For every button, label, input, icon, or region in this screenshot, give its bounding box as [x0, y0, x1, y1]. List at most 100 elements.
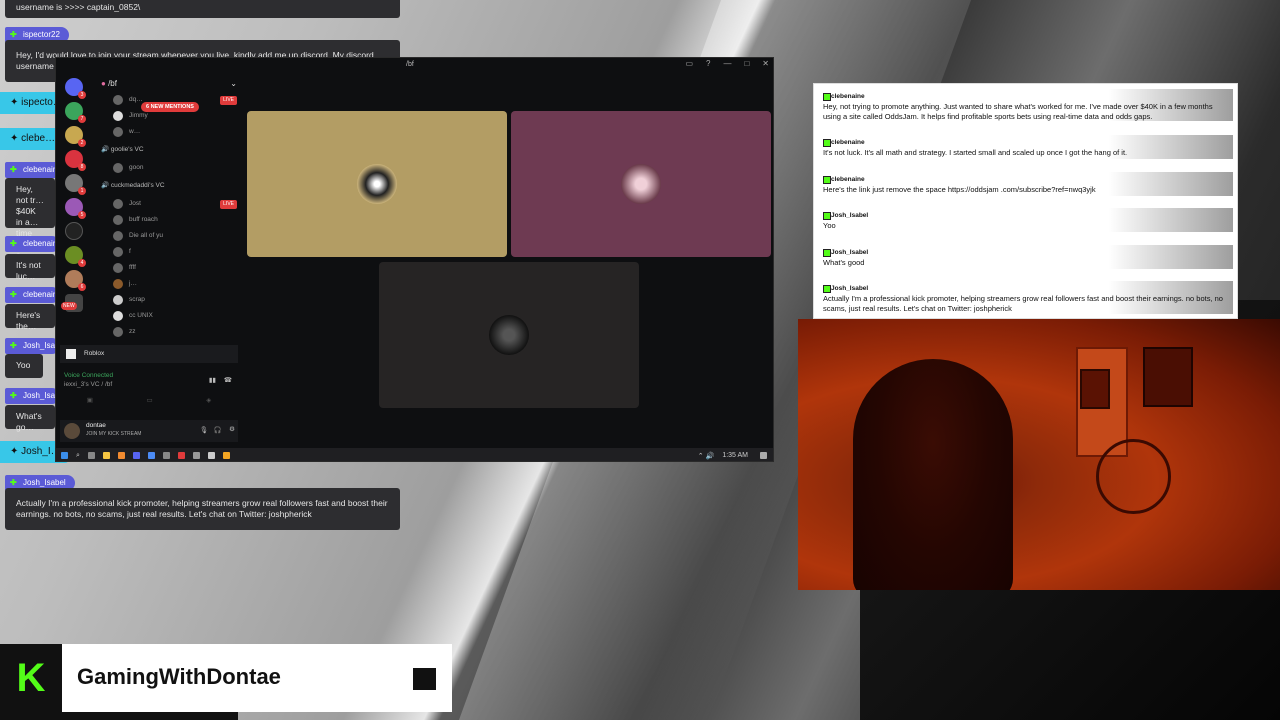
notifications-icon[interactable] — [760, 452, 767, 459]
streamer-name: GamingWithDontae — [77, 664, 281, 689]
gear-icon[interactable]: ⚙ — [229, 425, 235, 433]
voice-user[interactable]: ffff — [93, 260, 239, 276]
voice-panel: Voice Connected iexxi_3's VC / /bf ▮▮ ☎ — [64, 372, 232, 388]
file-explorer-icon[interactable] — [102, 452, 110, 459]
app-icon[interactable] — [117, 452, 125, 459]
signal-icon[interactable]: ▮▮ — [209, 376, 216, 384]
voice-user[interactable]: buff roach — [93, 212, 239, 228]
chat-message: Hey, not tr… $40K in a… time data a… — [5, 178, 55, 260]
chat-username-tag: ✚ Josh_Isabel — [5, 388, 66, 404]
chat-message: clebenaine Here's the link just remove th… — [818, 172, 1233, 196]
app-icon[interactable] — [192, 452, 200, 459]
window-title: /bf — [406, 61, 414, 68]
right-chat-overlay: clebenaine Hey, not trying to promote any… — [813, 83, 1238, 319]
maximize-button[interactable]: □ — [744, 59, 749, 68]
avatar[interactable] — [64, 423, 80, 439]
app-icon[interactable] — [207, 452, 215, 459]
channel-header[interactable]: ● /bf ⌄ — [93, 76, 239, 92]
discord-home-icon[interactable]: 3 — [65, 78, 86, 99]
server-icon[interactable]: 8 — [65, 150, 86, 171]
taskbar: ⌕ ⌃ 🔊 1:35 AM — [56, 448, 773, 461]
voice-channel[interactable]: 🔊 cuckmedaddi's VC — [93, 176, 239, 196]
chat-username-tag: ✚ clebenaine — [5, 236, 62, 252]
voice-user[interactable]: Jost LIVE — [93, 196, 239, 212]
chat-message: username is >>>> captain_0852\ — [5, 0, 400, 18]
video-tile[interactable] — [247, 111, 507, 257]
server-icon[interactable] — [65, 222, 83, 240]
video-tile[interactable] — [379, 262, 639, 408]
chat-message: It's not luc… — [5, 254, 55, 281]
new-server-icon[interactable]: NEW — [61, 294, 83, 312]
voice-user[interactable]: cc UNIX — [93, 308, 239, 324]
video-tile[interactable] — [511, 111, 771, 257]
server-icon[interactable]: 6 — [65, 270, 86, 291]
voice-user[interactable]: goon — [93, 160, 239, 176]
app-icon[interactable] — [162, 452, 170, 459]
chat-message: Actually I'm a professional kick promote… — [5, 488, 400, 530]
help-icon[interactable]: ? — [706, 59, 710, 68]
webcam-feed — [798, 319, 1280, 590]
avatar — [357, 164, 397, 204]
screen-share-icon[interactable]: ▭ — [147, 396, 153, 412]
avatar — [489, 315, 529, 355]
chevron-down-icon[interactable]: ⌄ — [230, 76, 237, 92]
headphones-icon[interactable]: 🎧 — [214, 426, 222, 434]
server-icon[interactable]: 1 — [65, 174, 86, 195]
chat-message: Yoo — [5, 354, 43, 378]
voice-user[interactable]: zz — [93, 324, 239, 337]
activity-icon[interactable]: ◈ — [206, 396, 211, 412]
server-icon[interactable]: 5 — [65, 198, 86, 219]
chat-username-tag: ✚ Josh_Isabel — [5, 338, 66, 354]
search-icon[interactable]: ⌕ — [76, 452, 80, 460]
task-view-icon[interactable] — [87, 452, 95, 459]
chat-message: clebenaine It's not luck. It's all math a… — [818, 135, 1233, 159]
app-icon[interactable] — [177, 452, 185, 459]
discord-icon[interactable] — [132, 452, 140, 459]
inbox-icon[interactable]: ▭ — [685, 59, 693, 68]
camera-icon[interactable]: ▣ — [87, 396, 93, 412]
desk-fan — [1096, 439, 1171, 514]
wall-frame — [1080, 369, 1110, 409]
chat-message: Josh_Isabel Actually I'm a professional k… — [818, 281, 1233, 314]
windows-icon[interactable] — [61, 452, 68, 459]
channel-list: ● /bf ⌄ 6 NEW MENTIONS dq… LIVE Jimmy w… … — [93, 76, 239, 348]
app-icon[interactable] — [222, 452, 230, 459]
avatar — [621, 164, 661, 204]
voice-channel[interactable]: 🔊 goolie's VC — [93, 140, 239, 160]
clock: 1:35 AM — [722, 452, 748, 459]
activity-panel[interactable]: Roblox — [60, 345, 238, 363]
server-icon[interactable]: 7 — [65, 102, 86, 123]
chat-message: clebenaine Hey, not trying to promote any… — [818, 89, 1233, 121]
close-button[interactable]: ✕ — [762, 59, 769, 68]
voice-controls: ▣ ▭ ◈ — [60, 396, 238, 412]
chat-message: Josh_Isabel What's good — [818, 245, 1233, 269]
server-icon[interactable]: 2 — [65, 126, 86, 147]
system-tray[interactable]: ⌃ 🔊 — [698, 452, 715, 460]
bottom-bar — [0, 712, 238, 720]
streamer-figure — [853, 359, 1013, 590]
square-icon — [413, 668, 436, 690]
chat-message: What's go… — [5, 405, 55, 432]
minimize-button[interactable]: — — [723, 59, 731, 68]
disconnect-icon[interactable]: ☎ — [224, 376, 232, 384]
voice-user[interactable]: j… — [93, 276, 239, 292]
new-badge: NEW — [61, 302, 77, 310]
app-icon[interactable] — [147, 452, 155, 459]
microphone-icon[interactable]: 🎙 — [200, 426, 208, 434]
chat-message: Here's the… — [5, 304, 55, 331]
chat-username-tag: ✚ clebenaine — [5, 287, 62, 303]
voice-user[interactable]: w… — [93, 124, 239, 140]
voice-user[interactable]: dq… LIVE — [93, 92, 239, 108]
streamer-name-bar: GamingWithDontae — [62, 644, 452, 712]
server-rail: 3 7 2 8 1 5 4 6 NEW — [60, 78, 88, 318]
discord-window: /bf ▭ ? — □ ✕ 3 7 2 8 1 5 4 6 NEW ● /bf … — [55, 57, 774, 462]
voice-user[interactable]: f — [93, 244, 239, 260]
voice-user[interactable]: Jimmy — [93, 108, 239, 124]
side-username-tag: ✦ clebe… — [0, 128, 64, 150]
voice-user[interactable]: scrap — [93, 292, 239, 308]
wall-poster — [1143, 347, 1193, 407]
kick-logo: K — [0, 644, 62, 712]
title-bar: /bf ▭ ? — □ ✕ — [56, 58, 773, 74]
server-icon[interactable]: 4 — [65, 246, 86, 267]
voice-user[interactable]: Die all of yu — [93, 228, 239, 244]
